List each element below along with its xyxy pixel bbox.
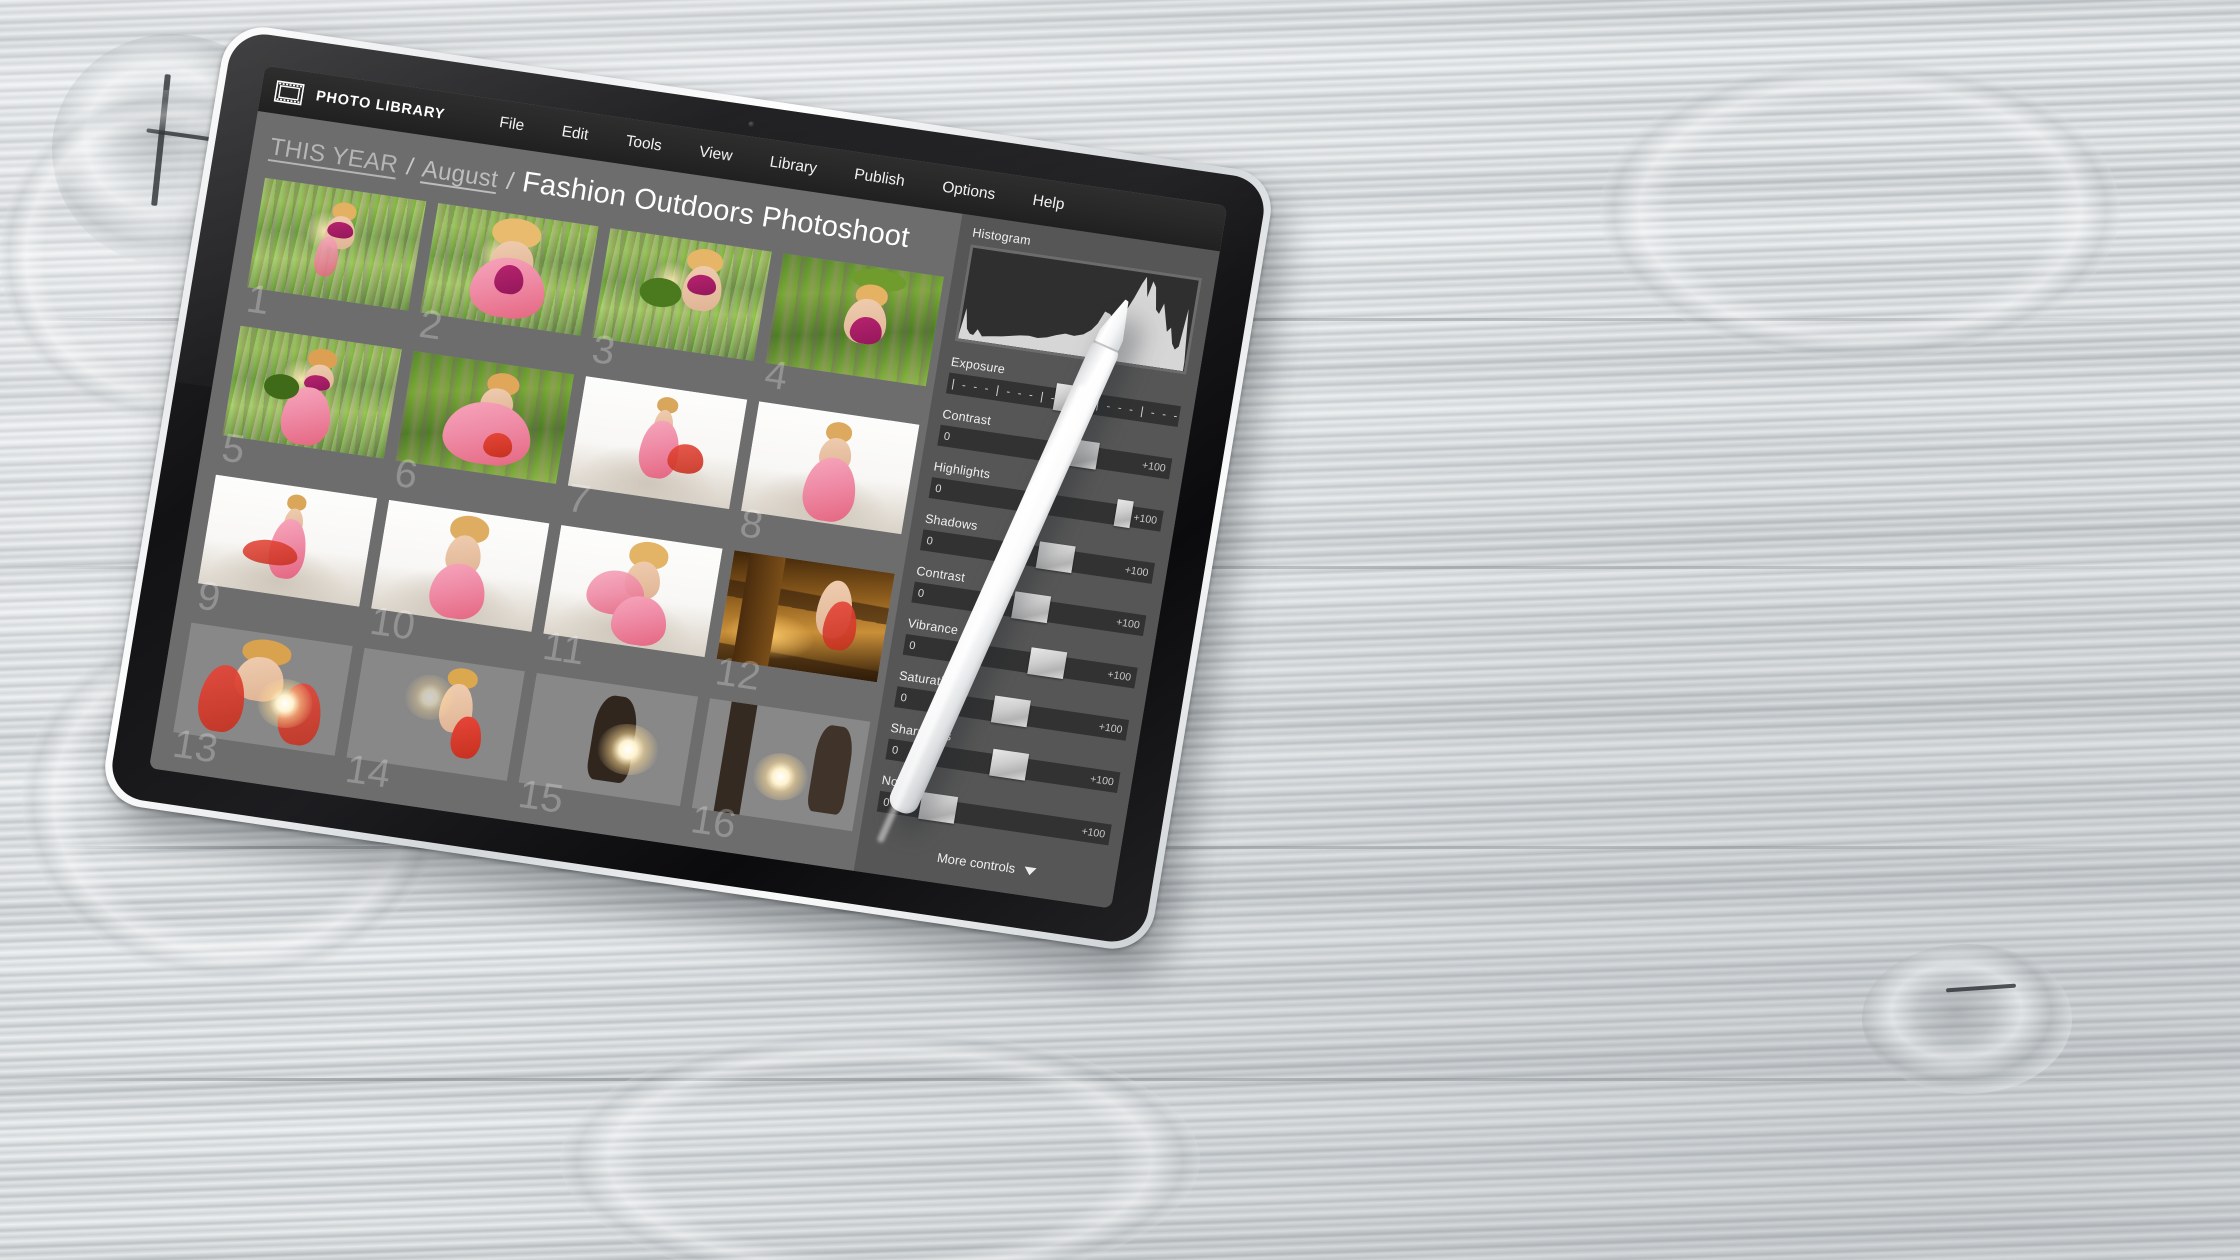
thumbnail-image: [715, 549, 895, 683]
slider-max-value-vibrance: +100: [1106, 668, 1133, 684]
breadcrumb-august[interactable]: August: [420, 155, 500, 194]
thumbnail-image: [543, 524, 723, 658]
thumbnail-image: [518, 672, 698, 806]
wood-grain-swirl: [1600, 60, 2120, 360]
thumbnail-cell[interactable]: 4: [760, 253, 944, 415]
app-brand-label: PHOTO LIBRARY: [314, 88, 447, 123]
thumbnail-cell[interactable]: 8: [736, 401, 920, 564]
slider-max-value-shadows: +100: [1123, 563, 1150, 579]
thumbnail-cell[interactable]: 3: [588, 228, 772, 390]
slider-max-value-sharpness: +100: [1089, 772, 1115, 788]
menu-item-library[interactable]: Library: [749, 147, 838, 185]
slider-thumb-vibrance[interactable]: [1027, 647, 1068, 680]
menu-item-edit[interactable]: Edit: [541, 117, 609, 152]
slider-thumb-contrast-secondary[interactable]: [1010, 591, 1051, 624]
thumbnail-cell[interactable]: 7: [563, 376, 747, 538]
histogram-luminance-series: [958, 276, 1189, 372]
screen-body: THIS YEAR / August / Fashion Outdoors Ph…: [149, 110, 1220, 909]
slider-min-value-noise: 0: [882, 795, 891, 809]
thumbnail-image: [740, 401, 920, 535]
front-camera-icon: [747, 120, 755, 128]
thumbnail-image: [370, 499, 550, 633]
thumbnail-cell[interactable]: 11: [538, 524, 723, 687]
thumbnail-cell[interactable]: 2: [415, 202, 599, 365]
slider-thumb-shadows[interactable]: [1035, 541, 1076, 574]
thumbnail-cell[interactable]: 10: [366, 499, 550, 661]
thumbnail-cell[interactable]: 12: [711, 549, 895, 712]
thumbnail-cell[interactable]: 15: [514, 672, 698, 835]
caret-down-icon: [1023, 865, 1037, 876]
thumbnail-image: [246, 177, 426, 311]
thumbnail-image: [173, 622, 353, 756]
slider-min-value-shadows: 0: [925, 534, 934, 548]
thumbnail-cell[interactable]: 13: [168, 622, 353, 784]
breadcrumb-separator-1: /: [404, 153, 416, 181]
slider-min-value-contrast-secondary: 0: [917, 586, 926, 600]
slider-max-value-contrast-secondary: +100: [1115, 615, 1141, 632]
slider-max-value-saturation: +100: [1097, 720, 1124, 736]
wood-knot: [1862, 944, 2072, 1094]
slider-thumb-saturation[interactable]: [991, 695, 1032, 728]
menu-item-file[interactable]: File: [478, 107, 545, 142]
photo-scene: PHOTO LIBRARY File Edit Tools View Libra…: [0, 0, 2240, 1260]
slider-min-value-saturation: 0: [899, 691, 908, 705]
thumbnail-image: [346, 647, 525, 781]
thumbnail-cell[interactable]: 1: [242, 177, 426, 340]
thumbnail-image: [395, 351, 575, 484]
film-strip-icon: [273, 79, 305, 106]
slider-min-value-highlights: 0: [934, 482, 943, 495]
thumbnail-cell[interactable]: 16: [687, 697, 871, 860]
menu-item-tools[interactable]: Tools: [605, 126, 683, 162]
slider-min-value-vibrance: 0: [908, 639, 917, 652]
thumbnail-image: [765, 253, 944, 387]
slider-thumb-sharpness[interactable]: [989, 748, 1030, 781]
slider-thumb-noise[interactable]: [918, 791, 959, 824]
slider-min-value-sharpness: 0: [891, 743, 900, 757]
thumbnail-image: [567, 376, 747, 510]
thumbnail-cell[interactable]: 6: [390, 351, 575, 513]
tablet-aluminium-edge: PHOTO LIBRARY File Edit Tools View Libra…: [98, 21, 1278, 955]
menu-item-options[interactable]: Options: [921, 172, 1016, 211]
thumbnail-image: [592, 228, 772, 361]
photo-library-panel: THIS YEAR / August / Fashion Outdoors Ph…: [149, 110, 963, 871]
menu-item-view[interactable]: View: [678, 137, 753, 173]
thumbnail-cell[interactable]: 5: [218, 325, 402, 488]
tablet-screen: PHOTO LIBRARY File Edit Tools View Libra…: [149, 65, 1228, 909]
tablet-device: PHOTO LIBRARY File Edit Tools View Libra…: [98, 21, 1289, 981]
thumbnail-grid: 1 2 3 4 5 6 7 8 9 10 11 12 13 14 15 16: [149, 171, 952, 871]
menu-item-help[interactable]: Help: [1012, 185, 1085, 221]
more-controls-label: More controls: [935, 849, 1017, 877]
thumbnail-image: [222, 325, 402, 459]
slider-max-value-highlights: +100: [1132, 511, 1158, 527]
slider-max-value-noise: +100: [1080, 824, 1107, 841]
thumbnail-image: [197, 474, 377, 607]
slider-min-value-contrast: 0: [942, 429, 952, 443]
thumbnail-image: [691, 697, 871, 831]
breadcrumb-this-year[interactable]: THIS YEAR: [268, 133, 400, 179]
thumbnail-cell[interactable]: 14: [341, 647, 525, 810]
slider-thumb-exposure[interactable]: [1052, 383, 1093, 415]
thumbnail-image: [419, 202, 599, 336]
breadcrumb-separator-2: /: [504, 167, 516, 196]
slider-max-value-contrast: +100: [1141, 458, 1167, 475]
slider-thumb-contrast[interactable]: [1059, 437, 1100, 470]
menu-item-publish[interactable]: Publish: [833, 159, 925, 197]
thumbnail-cell[interactable]: 9: [193, 474, 377, 636]
slider-thumb-highlights[interactable]: [1113, 499, 1134, 529]
